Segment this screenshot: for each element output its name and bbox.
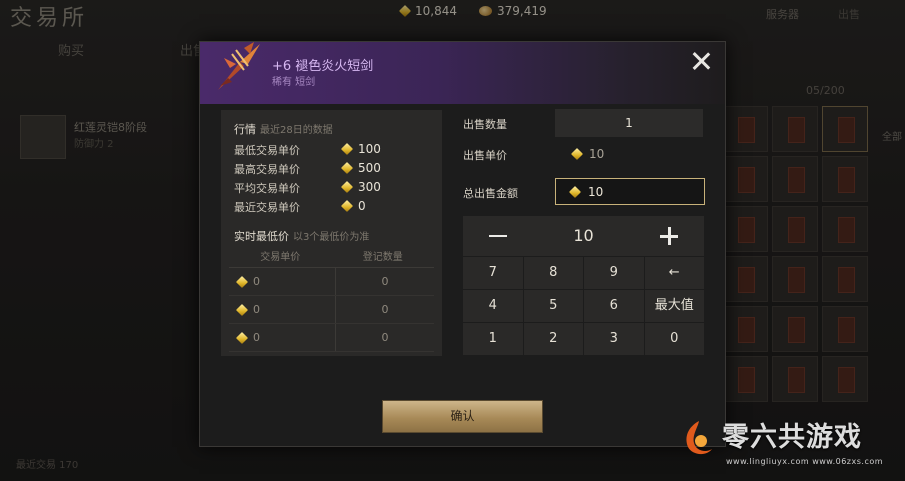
quantity-input[interactable]: 1 — [555, 109, 703, 137]
table-cell-qty: 0 — [381, 303, 389, 316]
realtime-hint: 以3个最低价为准 — [293, 232, 370, 243]
gold-gem-icon — [340, 161, 354, 175]
market-row-value: 100 — [340, 142, 381, 156]
market-row-value-text: 0 — [358, 199, 366, 213]
gold-gem-icon — [235, 331, 249, 344]
key-3[interactable]: 3 — [584, 323, 644, 355]
market-title: 行情 最近28日的数据 — [234, 121, 333, 137]
market-title-text: 行情 — [234, 123, 256, 136]
price-text: 0 — [253, 302, 260, 316]
gold-gem-icon — [568, 185, 582, 198]
market-row-label: 平均交易单价 — [234, 182, 300, 195]
table-cell-qty: 0 — [381, 331, 389, 344]
unit-price-label: 出售单价 — [463, 149, 507, 162]
market-row-label: 最近交易单价 — [234, 201, 300, 214]
table-header-price: 交易单价 — [260, 252, 301, 263]
market-row-label: 最低交易单价 — [234, 144, 300, 157]
market-row-label: 最高交易单价 — [234, 163, 300, 176]
gold-gem-icon — [340, 142, 354, 156]
price-text: 0 — [253, 330, 260, 344]
watermark-logo-icon — [686, 421, 712, 455]
table-row: 0 0 — [229, 324, 434, 352]
numeric-keypad: 10 7 8 9 ← 4 5 6 最大值 1 2 3 0 — [463, 216, 704, 355]
key-4[interactable]: 4 — [463, 290, 523, 322]
total-label: 总出售金额 — [463, 187, 518, 200]
market-row-max: 最高交易单价 500 — [234, 161, 424, 177]
confirm-button[interactable]: 确认 — [382, 400, 543, 433]
gold-gem-icon — [340, 180, 354, 194]
dagger-icon — [218, 42, 260, 90]
keypad-stepper: 10 — [463, 216, 704, 256]
table-cell-price: 0 — [229, 324, 336, 351]
table-header-qty: 登记数量 — [362, 252, 403, 263]
table-row: 0 0 — [229, 268, 434, 296]
decrement-button[interactable] — [463, 216, 533, 256]
key-0[interactable]: 0 — [644, 323, 704, 355]
dialog-header: +6 褪色炎火短剑 稀有 短剑 — [200, 42, 725, 104]
unit-price-value: 10 — [570, 147, 605, 161]
market-row-value-text: 300 — [358, 180, 381, 194]
gold-gem-icon — [235, 275, 249, 288]
market-row-value-text: 500 — [358, 161, 381, 175]
key-6[interactable]: 6 — [584, 290, 644, 322]
watermark: 零六共游戏 www.lingliuyx.com www.06zxs.com — [682, 419, 883, 467]
watermark-text: 零六共游戏 — [722, 422, 862, 453]
market-row-value: 500 — [340, 161, 381, 175]
table-cell-price: 0 — [229, 296, 336, 323]
market-row-avg: 平均交易单价 300 — [234, 180, 424, 196]
key-5[interactable]: 5 — [523, 290, 583, 322]
max-value-key[interactable]: 最大值 — [644, 290, 704, 322]
total-price-input[interactable]: 10 — [555, 178, 705, 205]
key-8[interactable]: 8 — [523, 257, 583, 289]
minus-icon — [489, 234, 507, 238]
watermark-text-wrap: 零六共游戏 www.lingliuyx.com www.06zxs.com — [722, 422, 883, 467]
close-button[interactable] — [689, 49, 713, 73]
market-row-recent: 最近交易单价 0 — [234, 199, 424, 215]
gold-gem-icon — [340, 199, 354, 213]
table-cell-qty: 0 — [381, 275, 389, 288]
item-subtitle: 稀有 短剑 — [272, 77, 316, 88]
table-header: 交易单价 登记数量 — [229, 248, 434, 268]
price-text: 0 — [253, 274, 260, 288]
watermark-url: www.lingliuyx.com www.06zxs.com — [726, 457, 884, 466]
unit-price-text: 10 — [589, 147, 605, 161]
realtime-title-text: 实时最低价 — [234, 230, 289, 243]
item-name: +6 褪色炎火短剑 — [272, 59, 374, 74]
quantity-label: 出售数量 — [463, 118, 507, 131]
market-panel: 行情 最近28日的数据 最低交易单价 100 最高交易单价 500 平均交易单价 … — [221, 110, 442, 356]
keypad-display: 10 — [573, 226, 594, 245]
backspace-key[interactable]: ← — [644, 257, 704, 289]
plus-icon — [660, 227, 678, 245]
table-row: 0 0 — [229, 296, 434, 324]
market-row-value: 0 — [340, 199, 366, 213]
key-7[interactable]: 7 — [463, 257, 523, 289]
realtime-table: 交易单价 登记数量 0 0 0 0 0 0 — [229, 248, 434, 352]
table-cell-price: 0 — [229, 268, 336, 295]
key-9[interactable]: 9 — [584, 257, 644, 289]
market-title-hint: 最近28日的数据 — [260, 125, 333, 136]
market-row-value-text: 100 — [358, 142, 381, 156]
sell-dialog: +6 褪色炎火短剑 稀有 短剑 行情 最近28日的数据 最低交易单价 100 最高… — [199, 41, 726, 447]
increment-button[interactable] — [634, 216, 704, 256]
market-row-min: 最低交易单价 100 — [234, 142, 424, 158]
gold-gem-icon — [235, 303, 249, 316]
total-price-text: 10 — [588, 184, 604, 199]
realtime-title: 实时最低价 以3个最低价为准 — [234, 228, 369, 244]
key-1[interactable]: 1 — [463, 323, 523, 355]
gold-gem-icon — [570, 147, 584, 161]
keypad-grid: 7 8 9 ← 4 5 6 最大值 1 2 3 0 — [463, 257, 704, 355]
market-row-value: 300 — [340, 180, 381, 194]
key-2[interactable]: 2 — [523, 323, 583, 355]
